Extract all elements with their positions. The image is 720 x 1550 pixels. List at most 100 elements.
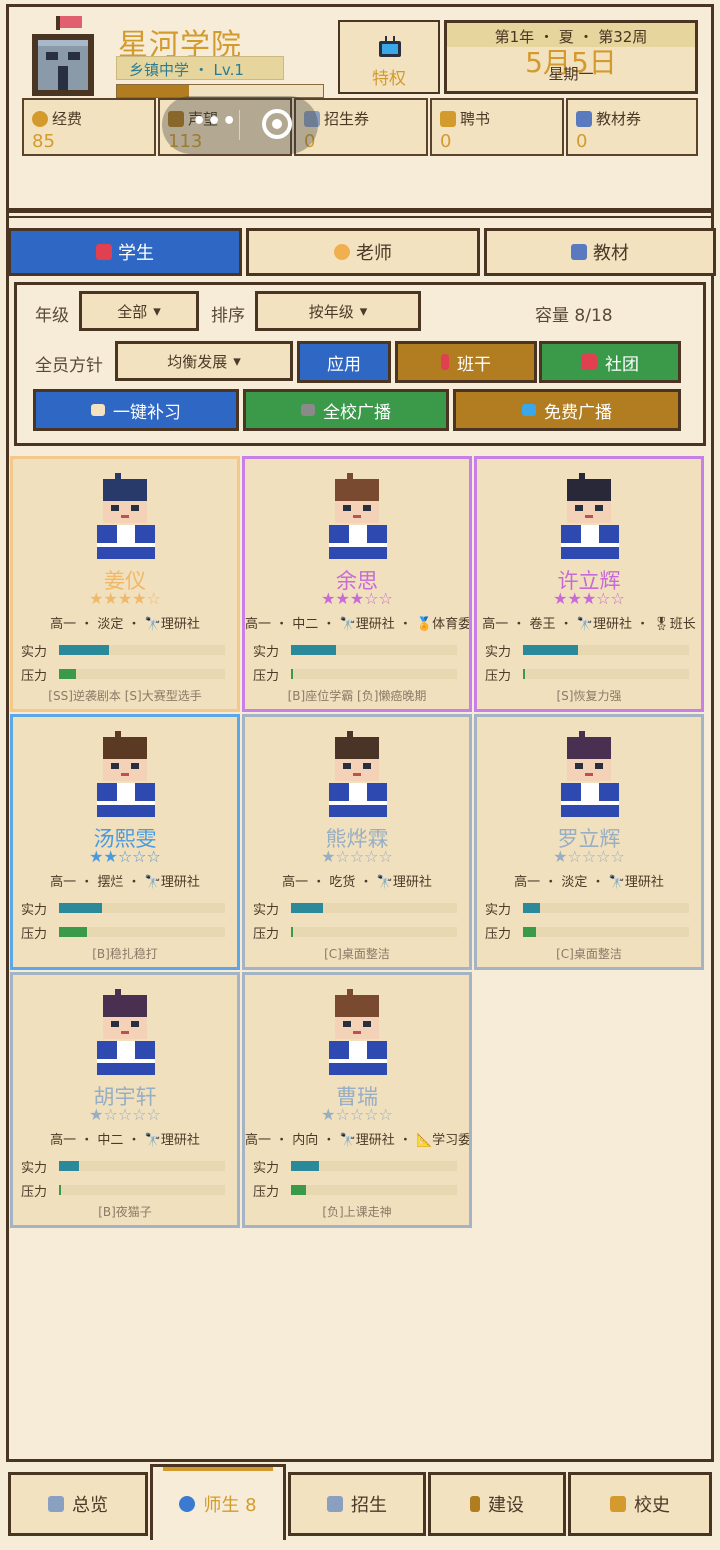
tab-label: 学生 xyxy=(118,243,154,264)
pressure-label: 压力 xyxy=(21,669,48,684)
nav-enroll[interactable]: 招生 xyxy=(288,1472,426,1536)
resource-funds[interactable]: 经费 85 xyxy=(22,98,156,156)
free-broadcast-button[interactable]: 免费广播 xyxy=(453,389,681,431)
school-xp-fill xyxy=(117,85,190,97)
resource-value: 0 xyxy=(440,131,452,152)
strength-label: 实力 xyxy=(21,903,48,918)
tab-students[interactable]: 学生 xyxy=(8,228,242,276)
building-icon xyxy=(48,1496,64,1512)
student-tags: 高一 ・ 中二 ・ 🔭理研社 ・ 🏅体育委员 xyxy=(245,617,469,632)
monitor-label: 班干 xyxy=(457,354,491,375)
ticket-icon xyxy=(327,1496,343,1512)
tab-label: 教材 xyxy=(593,243,629,264)
medal-icon xyxy=(441,354,449,370)
student-card[interactable]: 熊烨霖 ★☆☆☆☆ 高一 ・ 吃货 ・ 🔭理研社 实力 压力 [C]桌面整洁 xyxy=(242,714,472,970)
strength-fill xyxy=(291,1161,320,1171)
pressure-label: 压力 xyxy=(485,927,512,942)
scroll-icon xyxy=(610,1496,626,1512)
strength-fill xyxy=(59,903,103,913)
grade-select[interactable]: 全部 ▾ xyxy=(79,291,199,331)
student-card[interactable]: 姜仪 ★★★★☆ 高一 ・ 淡定 ・ 🔭理研社 实力 压力 [SS]逆袭剧本 [… xyxy=(10,456,240,712)
nav-history[interactable]: 校史 xyxy=(568,1472,712,1536)
pressure-label: 压力 xyxy=(485,669,512,684)
student-traits: [B]夜猫子 xyxy=(98,1205,152,1219)
strength-bar xyxy=(291,903,457,913)
student-traits: [SS]逆袭剧本 [S]大赛型选手 xyxy=(48,689,202,703)
resource-label: 经费 xyxy=(52,110,83,128)
backpack-icon xyxy=(581,354,597,370)
pressure-fill xyxy=(523,927,537,937)
student-tags: 高一 ・ 中二 ・ 🔭理研社 xyxy=(50,1133,200,1148)
tab-label: 老师 xyxy=(356,243,392,264)
strength-fill xyxy=(291,903,323,913)
pressure-bar xyxy=(59,669,225,679)
pressure-fill xyxy=(291,927,293,937)
nav-label: 师生 8 xyxy=(203,1494,257,1516)
student-avatar xyxy=(329,989,387,1075)
dropdown-arrow-icon: ▾ xyxy=(153,302,161,320)
student-stars: ★☆☆☆☆ xyxy=(89,1105,161,1124)
student-card[interactable]: 胡宇轩 ★☆☆☆☆ 高一 ・ 中二 ・ 🔭理研社 实力 压力 [B]夜猫子 xyxy=(10,972,240,1228)
student-stars: ★★★★☆ xyxy=(89,589,161,608)
more-menu-icon[interactable]: ••• xyxy=(192,109,237,134)
scroll-icon xyxy=(440,110,456,127)
club-label: 社团 xyxy=(605,354,639,375)
student-traits: [C]桌面整洁 xyxy=(324,947,390,961)
strength-bar xyxy=(59,903,225,913)
student-traits: [负]上课走神 xyxy=(322,1205,392,1219)
student-stars: ★★★☆☆ xyxy=(553,589,625,608)
filter-panel: 年级 全部 ▾ 排序 按年级 ▾ 容量 8/18 全员方针 均衡发展 ▾ 应用 班干 … xyxy=(14,282,706,446)
club-button[interactable]: 社团 xyxy=(539,341,681,383)
miniprogram-capsule: ••• xyxy=(162,96,318,154)
sort-select[interactable]: 按年级 ▾ xyxy=(255,291,421,331)
apply-button[interactable]: 应用 xyxy=(297,341,391,383)
student-card[interactable]: 许立辉 ★★★☆☆ 高一 ・ 卷王 ・ 🔭理研社 ・ 🎖班长 实力 压力 [S]… xyxy=(474,456,704,712)
resource-hire-letter[interactable]: 聘书 0 xyxy=(430,98,564,156)
student-avatar xyxy=(329,731,387,817)
student-card[interactable]: 余思 ★★★☆☆ 高一 ・ 中二 ・ 🔭理研社 ・ 🏅体育委员 实力 压力 [B… xyxy=(242,456,472,712)
privilege-button[interactable]: 特权 xyxy=(338,20,440,94)
grade-value: 全部 xyxy=(117,302,148,321)
resource-value: 0 xyxy=(576,131,588,152)
resource-label: 教材券 xyxy=(596,110,642,128)
student-traits: [S]恢复力强 xyxy=(556,689,622,703)
student-avatar xyxy=(97,731,155,817)
close-miniprogram-icon[interactable] xyxy=(262,109,292,139)
monitor-button[interactable]: 班干 xyxy=(395,341,537,383)
tab-textbooks[interactable]: 教材 xyxy=(484,228,716,276)
pressure-bar xyxy=(523,669,689,679)
nav-staff-students[interactable]: 师生 8 xyxy=(150,1464,286,1540)
student-avatar xyxy=(97,989,155,1075)
nav-build[interactable]: 建设 xyxy=(428,1472,566,1536)
pressure-label: 压力 xyxy=(21,927,48,942)
student-card[interactable]: 汤熙雯 ★★☆☆☆ 高一 ・ 摆烂 ・ 🔭理研社 实力 压力 [B]稳扎稳打 xyxy=(10,714,240,970)
tab-teachers[interactable]: 老师 xyxy=(246,228,480,276)
strength-bar xyxy=(523,903,689,913)
nav-label: 招生 xyxy=(351,1495,387,1516)
tv-icon xyxy=(379,36,401,57)
header-divider xyxy=(6,208,714,213)
student-card[interactable]: 罗立辉 ★☆☆☆☆ 高一 ・ 淡定 ・ 🔭理研社 实力 压力 [C]桌面整洁 xyxy=(474,714,704,970)
broadcast-label: 全校广播 xyxy=(323,402,391,423)
pressure-fill xyxy=(291,669,293,679)
student-stars: ★☆☆☆☆ xyxy=(321,1105,393,1124)
people-icon xyxy=(179,1495,196,1512)
strength-label: 实力 xyxy=(485,645,512,660)
nav-label: 建设 xyxy=(488,1495,524,1516)
policy-select[interactable]: 均衡发展 ▾ xyxy=(115,341,293,381)
resource-textbook-ticket[interactable]: 教材券 0 xyxy=(566,98,698,156)
strength-fill xyxy=(523,645,578,655)
nav-overview[interactable]: 总览 xyxy=(8,1472,148,1536)
student-tags: 高一 ・ 内向 ・ 🔭理研社 ・ 📐学习委员 xyxy=(245,1133,469,1148)
pressure-bar xyxy=(291,1185,457,1195)
calendar-weekday: 星期一 xyxy=(548,65,594,83)
pressure-label: 压力 xyxy=(21,1185,48,1200)
student-card[interactable]: 曹瑞 ★☆☆☆☆ 高一 ・ 内向 ・ 🔭理研社 ・ 📐学习委员 实力 压力 [负… xyxy=(242,972,472,1228)
header-divider-thin xyxy=(6,216,714,218)
student-avatar xyxy=(97,473,155,559)
student-stars: ★☆☆☆☆ xyxy=(321,847,393,866)
school-broadcast-button[interactable]: 全校广播 xyxy=(243,389,449,431)
tutor-all-button[interactable]: 一键补习 xyxy=(33,389,239,431)
resource-value: 85 xyxy=(32,131,55,152)
student-tags: 高一 ・ 淡定 ・ 🔭理研社 xyxy=(50,617,200,632)
